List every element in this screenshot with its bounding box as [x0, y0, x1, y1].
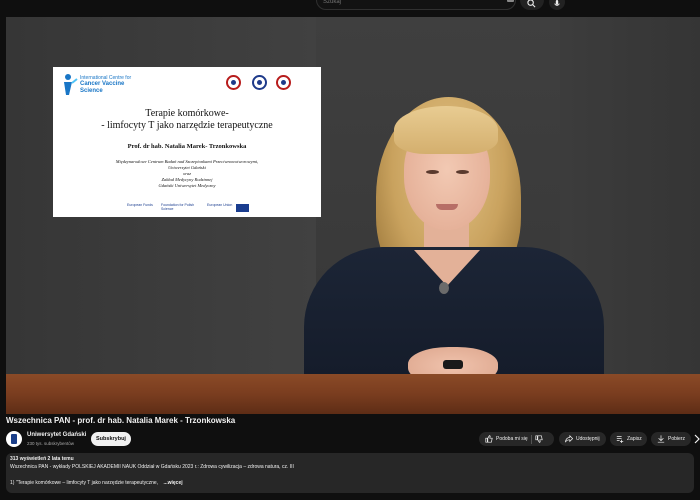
keyboard-icon[interactable]: [507, 0, 514, 2]
eu-flag-icon: [236, 204, 249, 212]
subscriber-count: 230 tys. subskrybentów: [27, 441, 75, 446]
search-button[interactable]: [520, 0, 544, 10]
slide-title-line-2: - limfocyty T jako narzędzie terapeutycz…: [101, 120, 273, 131]
channel-name[interactable]: Uniwersytet Gdański: [27, 432, 86, 438]
share-label: Udostępnij: [576, 436, 600, 442]
view-count-and-date: 313 wyświetleń 2 lata temu: [10, 456, 74, 462]
subscribe-button[interactable]: Subskrybuj: [91, 432, 131, 446]
share-button[interactable]: Udostępnij: [559, 432, 606, 446]
thumbs-up-icon[interactable]: [485, 435, 493, 443]
lecture-slide: International Centre for Cancer Vaccine …: [53, 67, 321, 217]
speaker-mouth: [436, 204, 458, 210]
slide-title-line-1: Terapie komórkowe-: [145, 108, 229, 119]
medical-university-seal-icon: [252, 75, 267, 90]
funder-european-funds: European Funds: [127, 203, 153, 207]
slide-title: Terapie komórkowe- - limfocyty T jako na…: [53, 108, 321, 132]
aff-line-5: Gdański Uniwersytet Medyczny: [158, 183, 216, 188]
speaker-eye-left: [426, 170, 439, 174]
speaker-bangs: [394, 106, 498, 154]
logo-line-3: Science: [80, 87, 103, 94]
video-title: Wszechnica PAN - prof. dr hab. Natalia M…: [6, 416, 236, 425]
show-more-link[interactable]: ...więcej: [163, 480, 182, 486]
download-button[interactable]: Pobierz: [651, 432, 691, 446]
search-input[interactable]: [323, 0, 501, 7]
funder-eu: European Union: [207, 203, 233, 207]
share-icon: [565, 435, 573, 443]
like-dislike-group: Podoba mi się: [479, 432, 554, 446]
download-icon: [657, 435, 665, 443]
university-seal-icon: [226, 75, 241, 90]
slide-author: Prof. dr hab. Natalia Marek- Trzonkowska: [127, 143, 247, 150]
description-line-2-text: 1) "Terapie komórkowe – limfocyty T jako…: [10, 480, 159, 486]
desk: [6, 374, 700, 414]
channel-avatar[interactable]: [6, 431, 22, 447]
academy-seal-icon: [276, 75, 291, 90]
top-bar: [0, 0, 700, 14]
save-playlist-icon: [616, 436, 624, 443]
voice-search-button[interactable]: [549, 0, 565, 10]
save-button[interactable]: Zapisz: [610, 432, 647, 446]
speaker-eye-right: [456, 170, 469, 174]
save-label: Zapisz: [627, 436, 642, 442]
logo-text: International Centre for Cancer Vaccine …: [80, 75, 140, 94]
cancer-vaccine-logo-icon: [64, 74, 78, 95]
description-line-2: 1) "Terapie komórkowe – limfocyty T jako…: [10, 480, 183, 486]
like-divider: [530, 434, 532, 444]
search-box[interactable]: [316, 0, 516, 10]
download-label: Pobierz: [668, 436, 685, 442]
thumbs-down-icon[interactable]: [535, 435, 543, 443]
like-button[interactable]: Podoba mi się: [496, 436, 528, 442]
slide-affiliation: Międzynarodowe Centrum Badań nad Szczepi…: [53, 159, 321, 189]
speaker-pendant: [439, 282, 449, 294]
speaker-figure: [286, 92, 616, 392]
more-actions-chevron-icon[interactable]: [693, 434, 700, 444]
funder-fnp: Foundation for Polish Science: [161, 203, 195, 211]
description-box[interactable]: 313 wyświetleń 2 lata temu Wszechnica PA…: [6, 453, 694, 493]
search-icon: [527, 0, 536, 8]
presentation-clicker: [443, 360, 463, 369]
description-line-1: Wszechnica PAN - wykłady POLSKIEJ AKADEM…: [10, 464, 294, 470]
microphone-icon: [554, 0, 560, 6]
